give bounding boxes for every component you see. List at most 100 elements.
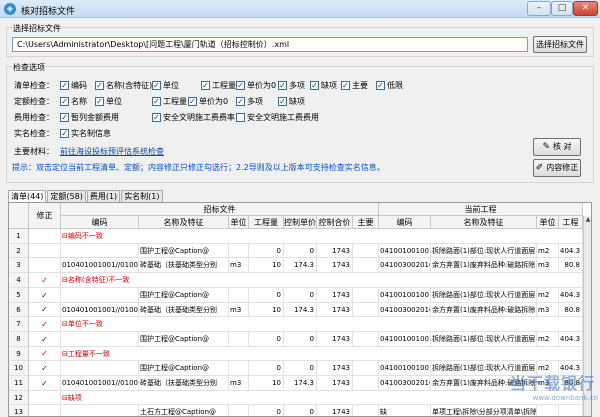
option-checkbox[interactable]: ✓ 名称	[60, 96, 87, 107]
fix-check-icon[interactable]: ✓	[29, 317, 61, 332]
materials-link[interactable]: 前往海设投标预评估系统检查	[60, 146, 164, 157]
row-number: 12	[9, 391, 29, 405]
bid-cell: 1743	[317, 244, 353, 258]
fee-check-label: 费用检查：	[14, 113, 54, 122]
option-checkbox[interactable]: ✓ 单位	[95, 96, 122, 107]
group-row-label[interactable]: ⊟单位不一致	[61, 317, 583, 332]
header-corner	[9, 203, 29, 229]
window-title: 核对招标文件	[21, 7, 76, 17]
bid-cell	[353, 244, 379, 258]
option-label: 单位	[163, 81, 179, 90]
option-checkbox[interactable]: ✓ 低限	[376, 80, 403, 91]
option-checkbox[interactable]: ✓ 多项	[236, 96, 263, 107]
group-row-label[interactable]: ⊟编码不一致	[61, 229, 583, 244]
option-checkbox[interactable]: ✓ 缺项	[310, 80, 337, 91]
option-checkbox[interactable]: ✓ 暂列金额费用	[60, 112, 119, 123]
bid-cell	[229, 244, 249, 258]
bid-cell: 围护工程@Caption@	[139, 332, 229, 347]
bid-cell	[353, 405, 379, 416]
current-cell: 缺	[379, 405, 431, 416]
fix-check-icon[interactable]: ✓	[29, 288, 61, 303]
bid-cell: 0	[249, 288, 284, 303]
check-button[interactable]: ✎ 核 对	[533, 138, 581, 156]
scroll-up-icon[interactable]: ▲	[584, 216, 591, 225]
row-number: 5	[9, 288, 29, 303]
file-path-input[interactable]: C:\Users\Administrator\Desktop\[问题工程\厦门轨…	[12, 37, 528, 52]
bid-cell: 砖基础（扶基础类型分别	[139, 303, 229, 317]
fix-button-label: 内容修正	[546, 163, 579, 172]
fix-check-icon[interactable]: ✓	[29, 303, 61, 317]
maximize-button[interactable]: □	[551, 1, 573, 16]
option-label: 多项	[289, 81, 305, 90]
row-number: 4	[9, 273, 29, 288]
checkmark-icon: ✓	[188, 97, 197, 106]
group-row-label[interactable]: ⊟缺项	[61, 391, 583, 405]
bid-cell: 1743	[317, 258, 353, 273]
minimize-button[interactable]: –	[527, 1, 551, 16]
fix-cell[interactable]	[29, 391, 61, 405]
option-label: 单价为0	[199, 97, 229, 106]
group-row-label[interactable]: ⊟名称(含特征)不一致	[61, 273, 583, 288]
fix-check-icon[interactable]: ✓	[29, 361, 61, 376]
row-number: 1	[9, 229, 29, 244]
quota-check-label: 定额检查：	[14, 97, 54, 106]
fix-cell[interactable]	[29, 244, 61, 258]
bid-cell	[61, 405, 139, 416]
option-checkbox[interactable]: ✓ 安全文明施工费费率	[152, 112, 235, 123]
option-label: 实名制信息	[71, 129, 111, 138]
option-checkbox[interactable]: ✓ 缺项	[278, 96, 305, 107]
group-row-label[interactable]: ⊟工程量不一致	[61, 347, 583, 361]
select-file-button[interactable]: 选择招标文件	[533, 36, 587, 53]
fix-check-icon[interactable]: ✓	[29, 332, 61, 347]
fix-content-button[interactable]: ✐ 内容修正	[533, 159, 581, 177]
check-pencil-icon: ✎	[542, 142, 550, 152]
option-checkbox[interactable]: ✓ 多项	[278, 80, 305, 91]
bid-cell: 1743	[317, 288, 353, 303]
fix-check-icon[interactable]: ✓	[29, 376, 61, 391]
current-cell: m2	[537, 244, 559, 258]
realname-check-label: 实名检查：	[14, 129, 54, 138]
title-bar: ◈ 核对招标文件 – □ ✕	[0, 0, 600, 18]
fix-pen-icon: ✐	[535, 163, 544, 173]
fix-cell[interactable]	[29, 229, 61, 244]
bid-cell: 010401001001//01004	[61, 376, 139, 391]
current-cell: 拆除路面(1)部位:现状人行道面层	[431, 244, 537, 258]
checkmark-icon: ✓	[376, 81, 385, 90]
checkmark-icon: ✓	[341, 81, 350, 90]
option-checkbox[interactable]: ✓ 名称(含特征)	[95, 80, 152, 91]
bid-cell	[229, 332, 249, 347]
bid-cell: 砖基础（扶基础类型分别	[139, 376, 229, 391]
checkmark-icon: ✓	[310, 81, 319, 90]
option-checkbox[interactable]: ✓ 工程量	[201, 80, 236, 91]
option-label: 单价为0	[247, 81, 277, 90]
fix-check-icon[interactable]: ✓	[29, 273, 61, 288]
bid-cell: m3	[229, 258, 249, 273]
current-cell: m2	[537, 288, 559, 303]
option-checkbox[interactable]: ✓ 单价为0	[188, 96, 228, 107]
results-grid[interactable]: 修正 招标文件 当前工程 编码 名称及特征 单位 工程量 控制单价 控制合价 主要 编码 名称及特征单…	[8, 202, 592, 417]
close-button[interactable]: ✕	[573, 1, 598, 16]
empty-checkbox-icon	[236, 113, 245, 122]
fix-cell[interactable]	[29, 405, 61, 416]
option-checkbox[interactable]: ✓ 编码	[60, 80, 87, 91]
current-cell: 拆除路面(1)部位:现状人行道面层	[431, 288, 537, 303]
option-checkbox[interactable]: ✓ 工程量	[152, 96, 187, 107]
bid-cell: 围护工程@Caption@	[139, 361, 229, 376]
option-checkbox[interactable]: 安全文明施工费费用	[236, 112, 319, 123]
current-cell: m2	[537, 332, 559, 347]
bid-cell	[353, 332, 379, 347]
bid-cell: 0	[249, 361, 284, 376]
fix-cell[interactable]	[29, 258, 61, 273]
tab-realname[interactable]: 实名制(1)	[121, 190, 163, 202]
option-checkbox[interactable]: ✓ 单价为0	[236, 80, 276, 91]
option-label: 安全文明施工费费率	[163, 113, 235, 122]
bid-cell	[353, 303, 379, 317]
current-cell: 404.3	[559, 332, 583, 347]
tab-fees[interactable]: 费用(1)	[86, 190, 121, 202]
tab-quota[interactable]: 定额(58)	[47, 190, 86, 202]
option-checkbox[interactable]: ✓ 主要	[341, 80, 368, 91]
bid-cell: 土石方工程@Caption@	[139, 405, 229, 416]
fix-check-icon[interactable]: ✓	[29, 347, 61, 361]
option-checkbox[interactable]: ✓ 实名制信息	[60, 128, 111, 139]
option-checkbox[interactable]: ✓ 单位	[152, 80, 179, 91]
